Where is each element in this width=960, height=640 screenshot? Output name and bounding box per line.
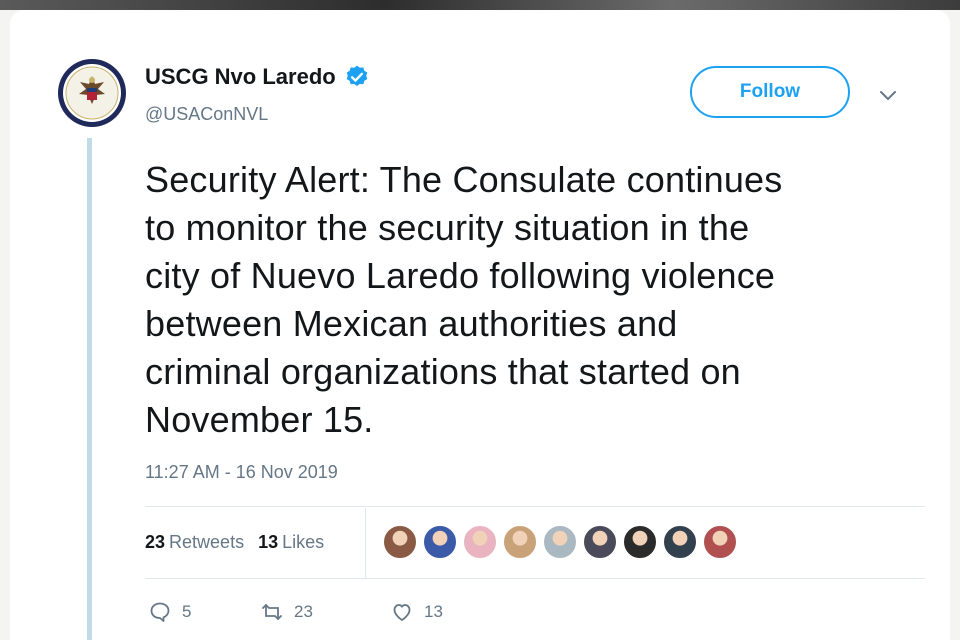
- follow-button[interactable]: Follow: [690, 66, 850, 118]
- divider-top: [145, 506, 925, 507]
- tweet-actions: 5 23 13: [148, 600, 443, 624]
- liker-avatar[interactable]: [502, 524, 538, 560]
- like-count: 13: [424, 602, 443, 621]
- tweet-line: to monitor the security situation in the: [145, 207, 750, 248]
- account-name[interactable]: USCG Nvo Laredo: [145, 64, 336, 90]
- account-header: USCG Nvo Laredo: [145, 64, 370, 90]
- liker-avatar[interactable]: [382, 524, 418, 560]
- reply-action[interactable]: 5: [148, 600, 260, 624]
- liker-avatar[interactable]: [662, 524, 698, 560]
- liker-avatars: [382, 524, 738, 560]
- reply-count: 5: [182, 602, 192, 621]
- verified-badge-icon: [346, 65, 367, 86]
- liker-avatar[interactable]: [422, 524, 458, 560]
- tweet-line: Security Alert: The Consulate continues: [145, 159, 783, 200]
- thread-line: [87, 138, 92, 640]
- engagement-stats: 23 Retweets 13 Likes: [145, 532, 324, 553]
- likes-label: Likes: [282, 532, 325, 552]
- retweet-count: 23: [294, 602, 313, 621]
- account-handle[interactable]: @USAConNVL: [145, 104, 268, 125]
- retweet-action[interactable]: 23: [260, 600, 390, 624]
- heart-icon: [393, 604, 411, 621]
- stats-separator: [365, 508, 366, 578]
- retweets-stat[interactable]: 23 Retweets: [145, 532, 244, 553]
- likes-stat[interactable]: 13 Likes: [258, 532, 324, 553]
- liker-avatar[interactable]: [462, 524, 498, 560]
- account-avatar[interactable]: [57, 58, 127, 128]
- tweet-line: city of Nuevo Laredo following violence: [145, 255, 776, 296]
- divider-bottom: [145, 578, 925, 579]
- liker-avatar[interactable]: [702, 524, 738, 560]
- retweets-label: Retweets: [169, 532, 245, 552]
- retweets-count: 23: [145, 532, 166, 552]
- chevron-down-icon[interactable]: [876, 84, 900, 108]
- tweet-timestamp[interactable]: 11:27 AM - 16 Nov 2019: [145, 462, 338, 483]
- likes-count: 13: [258, 532, 279, 552]
- tweet-line: November 15.: [145, 399, 374, 440]
- reply-icon: [150, 602, 170, 622]
- liker-avatar[interactable]: [542, 524, 578, 560]
- retweet-icon: [262, 604, 282, 620]
- tweet-line: criminal organizations that started on: [145, 351, 741, 392]
- tweet-text: Security Alert: The Consulate continues …: [145, 156, 905, 444]
- liker-avatar[interactable]: [622, 524, 658, 560]
- like-action[interactable]: 13: [390, 600, 443, 624]
- liker-avatar[interactable]: [582, 524, 618, 560]
- tweet-line: between Mexican authorities and: [145, 303, 678, 344]
